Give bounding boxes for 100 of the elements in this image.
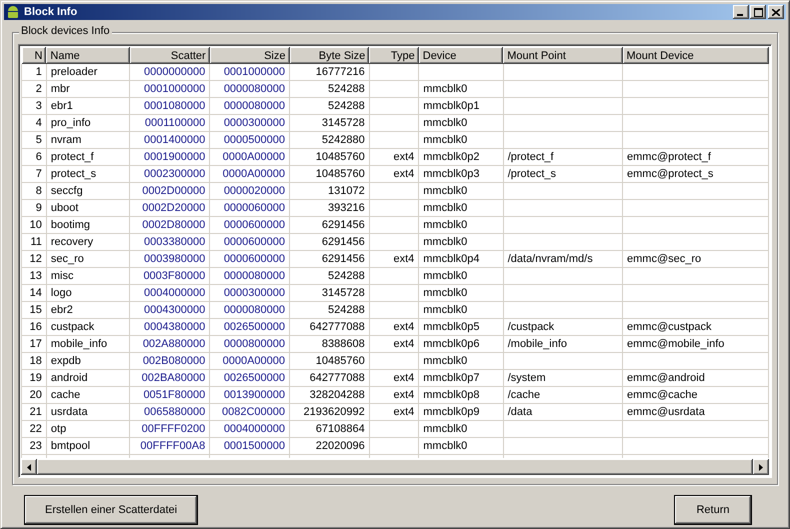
table-cell: mmcblk0 — [418, 80, 504, 98]
table-cell: 2 — [22, 80, 46, 98]
table-cell: 0000000000 — [130, 64, 210, 80]
table-cell: 0002D20000 — [130, 200, 210, 216]
table-cell: mmcblk0 — [418, 302, 504, 318]
table-cell: otp — [46, 420, 130, 438]
column-header[interactable]: Size — [210, 47, 290, 64]
table-cell: seccfg — [46, 182, 130, 200]
table-cell: nvram — [46, 132, 130, 148]
table-cell: 0001500000 — [210, 438, 290, 454]
column-header[interactable]: Device — [418, 47, 504, 64]
table-cell: custpack — [46, 318, 130, 336]
table-cell: 18 — [22, 352, 46, 370]
minimize-button[interactable] — [733, 5, 749, 19]
table-cell: ext4 — [369, 166, 419, 182]
table-cell: recovery — [46, 234, 130, 250]
table-cell: 0003F80000 — [130, 268, 210, 284]
table-cell: 0000060000 — [210, 200, 290, 216]
table-cell: 00FFFF00A8 — [130, 438, 210, 454]
table-cell: android — [46, 370, 130, 386]
table-cell: 23 — [22, 438, 46, 454]
table-cell: mmcblk0 — [418, 438, 504, 454]
table-cell: mmcblk0 — [418, 216, 504, 234]
return-button[interactable]: Return — [674, 495, 752, 525]
table-cell: 3145728 — [290, 284, 370, 302]
column-header[interactable]: Scatter — [130, 47, 210, 64]
column-header[interactable]: N — [22, 47, 46, 64]
table-cell: 4 — [22, 114, 46, 132]
table-cell: 13 — [22, 268, 46, 284]
column-header[interactable]: Mount Point — [503, 47, 623, 64]
scroll-left-button[interactable] — [21, 459, 37, 475]
left-arrow-icon — [27, 464, 31, 470]
table-cell: emmc@sec_ro — [622, 250, 768, 268]
table-cell: 16777216 — [290, 64, 370, 80]
table-cell: 11 — [22, 234, 46, 250]
table-cell: 1 — [22, 64, 46, 80]
table-cell: 0001900000 — [130, 148, 210, 166]
table-cell: 10485760 — [290, 352, 370, 370]
maximize-icon — [754, 8, 762, 16]
table-cell: bootimg — [46, 216, 130, 234]
table-cell: mmcblk0 — [418, 200, 504, 216]
table-cell: cache — [46, 386, 130, 404]
table-cell: 002A880000 — [130, 336, 210, 352]
create-scatter-button[interactable]: Erstellen einer Scatterdatei — [24, 495, 198, 525]
table-cell: 0000800000 — [210, 336, 290, 352]
table-cell: 0001000000 — [210, 64, 290, 80]
table-cell: mmcblk0p2 — [418, 148, 504, 166]
table-cell: 15 — [22, 302, 46, 318]
table-cell: mmcblk0 — [418, 132, 504, 148]
table-cell: ext4 — [369, 404, 419, 420]
table-cell: /protect_f — [503, 148, 623, 166]
table-cell: 0013900000 — [210, 386, 290, 404]
maximize-button[interactable] — [750, 5, 766, 19]
table-cell: 17 — [22, 336, 46, 352]
table-cell: emmc@custpack — [622, 318, 768, 336]
table-cell: 2193620992 — [290, 404, 370, 420]
table-cell: 524288 — [290, 302, 370, 318]
table-cell: 20 — [22, 386, 46, 404]
group-title: Block devices Info — [19, 25, 112, 37]
table-cell: protect_f — [46, 148, 130, 166]
table-cell: 0004380000 — [130, 318, 210, 336]
table-cell: 002B080000 — [130, 352, 210, 370]
table-cell: 0002D80000 — [130, 216, 210, 234]
table-cell: mmcblk0p3 — [418, 166, 504, 182]
column-header[interactable]: Mount Device — [622, 47, 768, 64]
table-cell: 0000080000 — [210, 302, 290, 318]
table-cell: 6 — [22, 148, 46, 166]
column-header[interactable]: Type — [369, 47, 419, 64]
table-cell: 6291456 — [290, 250, 370, 268]
table-cell: mmcblk0p4 — [418, 250, 504, 268]
table-cell: /protect_s — [503, 166, 623, 182]
table-cell: ebr1 — [46, 98, 130, 114]
table-cell: 393216 — [290, 200, 370, 216]
column-header[interactable]: Byte Size — [290, 47, 370, 64]
table-cell: 0001000000 — [130, 80, 210, 98]
table-cell: 524288 — [290, 98, 370, 114]
table-cell: 0000080000 — [210, 268, 290, 284]
table-cell: protect_s — [46, 166, 130, 182]
table-cell: 22 — [22, 420, 46, 438]
table-cell: 0003980000 — [130, 250, 210, 268]
table-cell: /system — [503, 370, 623, 386]
close-button[interactable] — [768, 5, 784, 19]
table-cell: sec_ro — [46, 250, 130, 268]
table-cell: /data/nvram/md/s — [503, 250, 623, 268]
table-cell: 0004300000 — [130, 302, 210, 318]
table-cell: emmc@protect_f — [622, 148, 768, 166]
table-cell: 0026500000 — [210, 370, 290, 386]
column-header[interactable]: Name — [46, 47, 130, 64]
table-cell: mmcblk0p9 — [418, 404, 504, 420]
table-cell: mmcblk0p8 — [418, 386, 504, 404]
table-cell: 0001400000 — [130, 132, 210, 148]
table-cell: 524288 — [290, 80, 370, 98]
table-cell: 0000080000 — [210, 80, 290, 98]
table-cell: 9 — [22, 200, 46, 216]
table-cell: 0000600000 — [210, 234, 290, 250]
table-cell: /data — [503, 404, 623, 420]
table-cell: 0000020000 — [210, 182, 290, 200]
scroll-right-button[interactable] — [753, 459, 769, 475]
table-cell: 00FFFF0200 — [130, 420, 210, 438]
table-cell: 8388608 — [290, 336, 370, 352]
